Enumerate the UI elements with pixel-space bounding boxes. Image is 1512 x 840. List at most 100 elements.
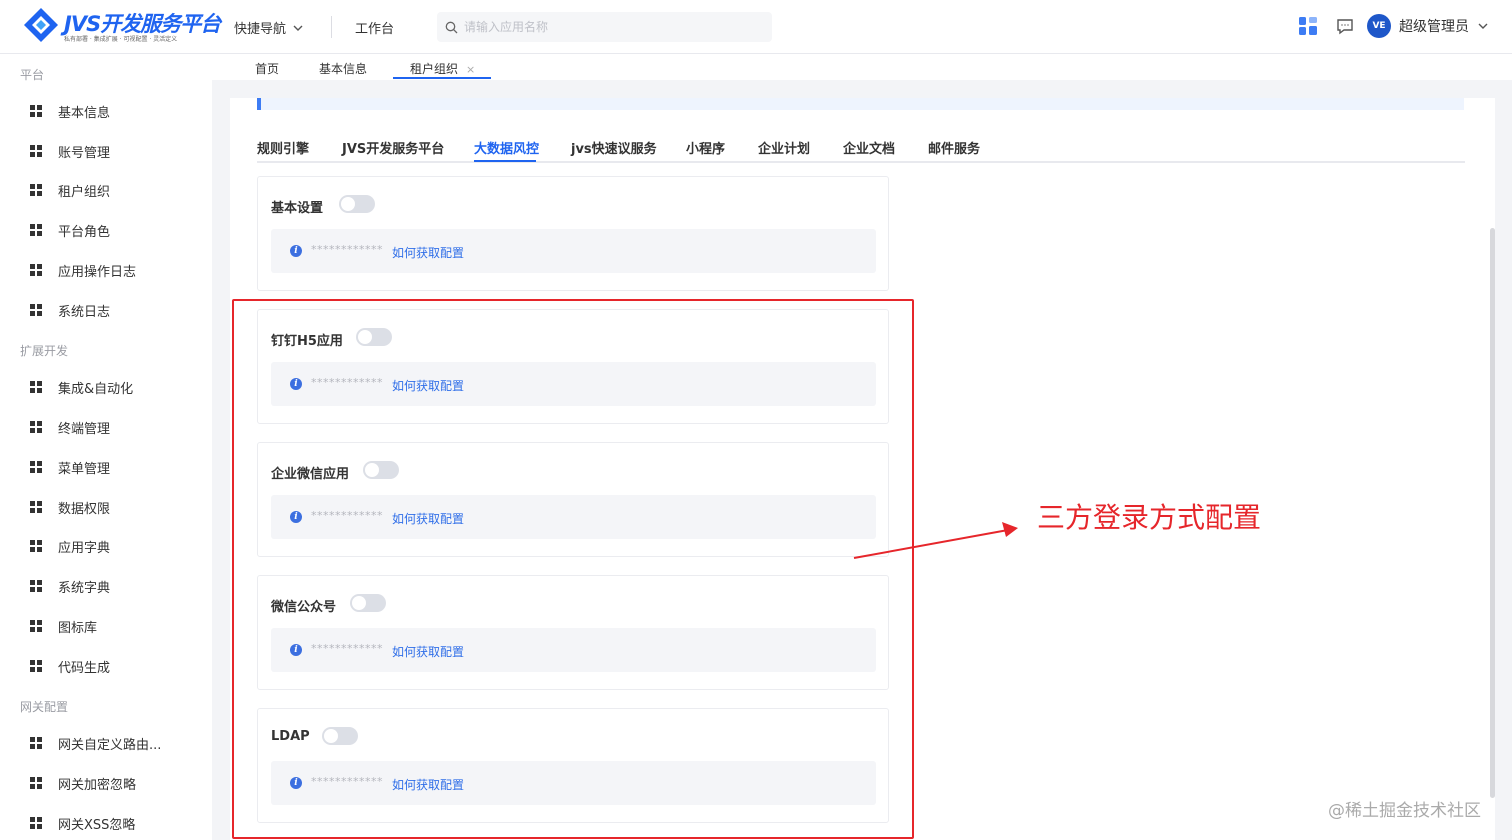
search-input[interactable] [464,20,754,34]
grid-icon [30,304,42,316]
sidebar-item-gw-encrypt[interactable]: 网关加密忽略 [30,771,136,795]
grid-icon [30,540,42,552]
config-tabs: 规则引擎 JVS开发服务平台 大数据风控 jvs快速议服务 小程序 企业计划 企… [257,138,1465,163]
sidebar-item-sys-log[interactable]: 系统日志 [30,298,110,322]
how-to-config-link[interactable]: 如何获取配置 [392,244,464,261]
card-info-bar [257,98,1464,110]
grid-icon [30,224,42,236]
tab-basic-info[interactable]: 基本信息 [319,60,367,77]
grid-icon [30,461,42,473]
grid-icon [30,501,42,513]
quick-nav-label: 快捷导航 [234,22,287,37]
sidebar-item-label: 账号管理 [58,145,111,161]
avatar: VE [1367,14,1391,38]
masked-value: ************ [311,243,383,256]
sidebar: 平台 基本信息 账号管理 租户组织 平台角色 应用操作日志 系统日志 扩展开发 … [0,54,212,840]
apps-grid-icon[interactable] [1298,16,1318,36]
app-logo[interactable]: JVS开发服务平台 私有部署 · 集成扩展 · 可视配置 · 灵活定义 [22,6,221,46]
sidebar-item-label: 菜单管理 [58,461,111,477]
grid-icon [30,660,42,672]
active-tab-indicator [393,77,491,79]
sidebar-item-roles[interactable]: 平台角色 [30,218,110,242]
sidebar-item-label: 网关加密忽略 [58,777,137,793]
sidebar-item-tenant[interactable]: 租户组织 [30,178,110,202]
tab-bigdata-risk[interactable]: 大数据风控 [474,138,539,157]
tab-home[interactable]: 首页 [255,60,279,77]
tab-mail-service[interactable]: 邮件服务 [928,138,980,157]
sidebar-item-label: 集成&自动化 [58,381,134,397]
grid-icon [30,264,42,276]
logo-subtitle: 私有部署 · 集成扩展 · 可视配置 · 灵活定义 [64,36,178,43]
close-icon[interactable]: × [466,63,475,76]
info-icon: i [290,245,302,257]
message-icon[interactable] [1335,17,1355,37]
watermark: @稀土掘金技术社区 [1328,801,1481,821]
basic-settings-toggle[interactable] [339,195,375,213]
sidebar-item-gw-route[interactable]: 网关自定义路由... [30,731,161,755]
sidebar-item-terminal[interactable]: 终端管理 [30,415,110,439]
annotation-highlight-box [232,299,914,839]
config-info-box: i ************ 如何获取配置 [271,229,876,273]
sidebar-item-label: 租户组织 [58,184,111,200]
sidebar-item-label: 网关自定义路由... [58,737,162,753]
sidebar-item-sys-dict[interactable]: 系统字典 [30,574,110,598]
tab-tenant[interactable]: 租户组织 × [410,60,475,77]
grid-icon [30,184,42,196]
sidebar-item-label: 基本信息 [58,105,111,121]
sidebar-group-platform: 平台 [20,68,45,82]
search-icon [445,21,458,33]
sidebar-item-icons[interactable]: 图标库 [30,614,97,638]
sidebar-item-label: 应用字典 [58,540,111,556]
sidebar-item-label: 平台角色 [58,224,111,240]
sidebar-item-label: 图标库 [58,620,98,636]
app-search[interactable] [437,12,772,42]
header-divider [331,16,332,38]
section-basic-settings: 基本设置 i ************ 如何获取配置 [257,176,889,291]
sidebar-item-gw-xss[interactable]: 网关XSS忽略 [30,811,135,835]
sidebar-item-menu[interactable]: 菜单管理 [30,455,110,479]
sidebar-item-label: 网关XSS忽略 [58,817,136,833]
grid-icon [30,421,42,433]
sidebar-item-basic-info[interactable]: 基本信息 [30,99,110,123]
sidebar-item-integration[interactable]: 集成&自动化 [30,375,133,399]
grid-icon [30,580,42,592]
logo-mark-icon [24,8,58,42]
active-subtab-indicator [474,160,536,162]
tab-mini-program[interactable]: 小程序 [686,138,725,157]
grid-icon [30,105,42,117]
grid-icon [30,620,42,632]
sidebar-group-ext: 扩展开发 [20,344,69,358]
sidebar-item-label: 代码生成 [58,660,111,676]
tab-rule-engine[interactable]: 规则引擎 [257,138,309,157]
sidebar-item-app-log[interactable]: 应用操作日志 [30,258,136,282]
sidebar-item-label: 数据权限 [58,501,111,517]
annotation-label: 三方登录方式配置 [1037,501,1262,534]
sidebar-item-label: 系统字典 [58,580,111,596]
grid-icon [30,381,42,393]
scrollbar[interactable] [1490,228,1495,798]
tab-enterprise-plan[interactable]: 企业计划 [758,138,810,157]
username: 超级管理员 [1399,19,1469,35]
annotation-arrow-icon [853,522,1018,559]
sidebar-item-app-dict[interactable]: 应用字典 [30,534,110,558]
sidebar-item-label: 系统日志 [58,304,111,320]
top-header: JVS开发服务平台 私有部署 · 集成扩展 · 可视配置 · 灵活定义 快捷导航… [0,0,1512,54]
tab-label: 租户组织 [410,62,459,76]
chevron-down-icon [1478,23,1488,29]
user-menu[interactable]: VE 超级管理员 [1367,14,1489,38]
workbench-link[interactable]: 工作台 [355,18,394,37]
sidebar-item-label: 终端管理 [58,421,111,437]
chevron-down-icon [293,25,303,31]
tab-jvs-service[interactable]: jvs快速议服务 [571,138,657,157]
grid-icon [30,145,42,157]
sidebar-item-data-perm[interactable]: 数据权限 [30,495,110,519]
quick-nav-dropdown[interactable]: 快捷导航 [234,18,304,37]
tab-jvs-platform[interactable]: JVS开发服务平台 [342,138,444,157]
grid-icon [30,817,42,829]
sidebar-item-account[interactable]: 账号管理 [30,139,110,163]
tab-enterprise-docs[interactable]: 企业文档 [843,138,895,157]
sidebar-item-codegen[interactable]: 代码生成 [30,654,110,678]
sidebar-group-gateway: 网关配置 [20,700,69,714]
sidebar-item-label: 应用操作日志 [58,264,137,280]
grid-icon [30,777,42,789]
